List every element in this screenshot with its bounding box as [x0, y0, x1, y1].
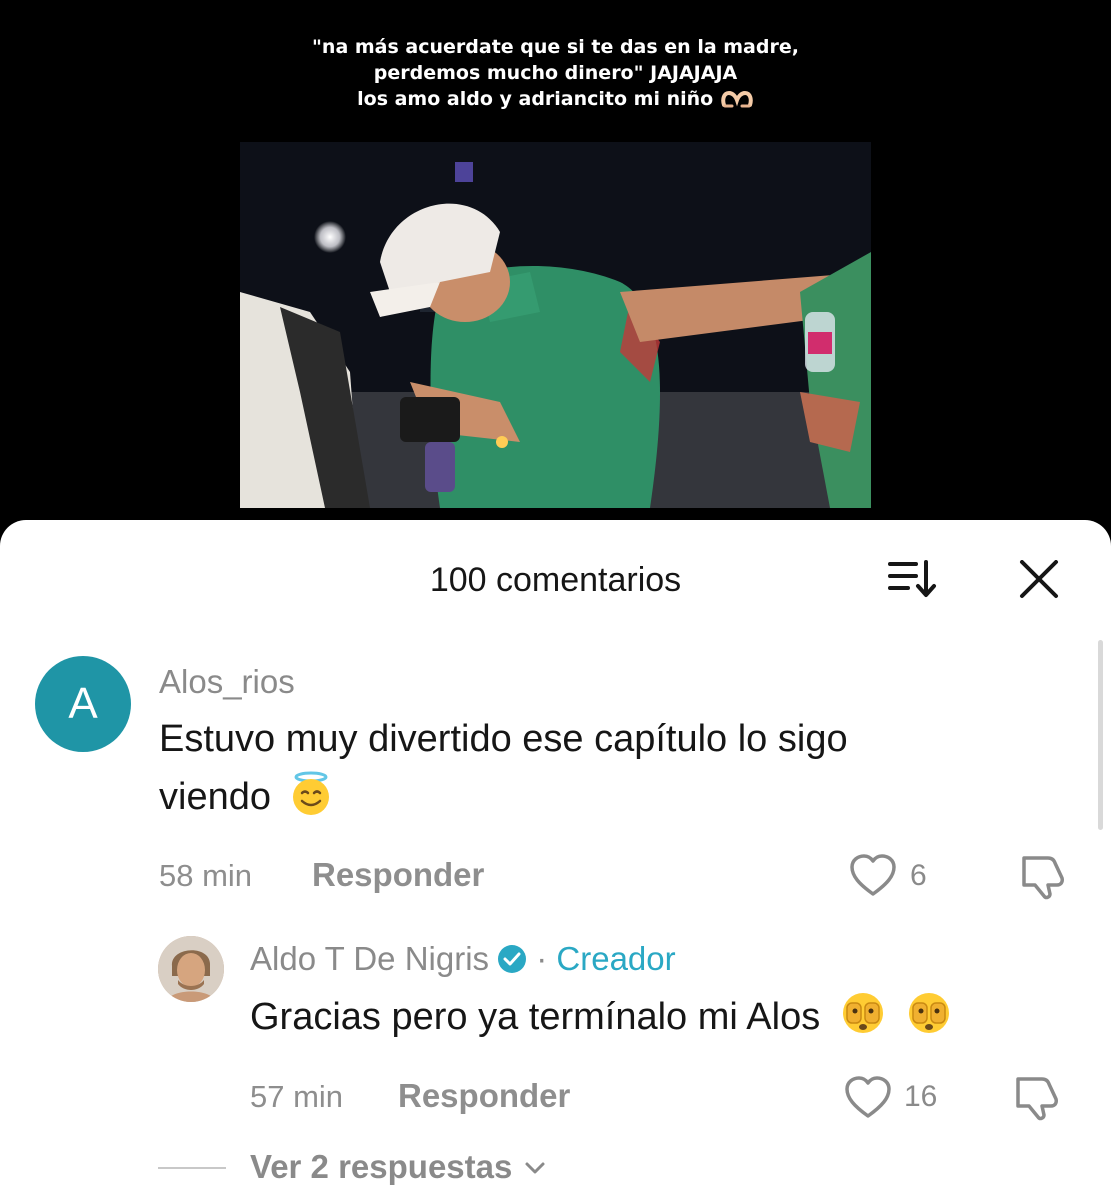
caption-line-1: "na más acuerdate que si te das en la ma…: [312, 36, 799, 58]
reply-to-reply-button[interactable]: Responder: [398, 1076, 570, 1116]
chevron-down-icon: [522, 1147, 548, 1174]
video-still-image: [240, 142, 871, 508]
reply-timestamp: 57 min: [250, 1079, 344, 1114]
comments-header: 100 comentarios: [0, 560, 1111, 600]
reply-like-count: 16: [904, 1080, 938, 1113]
caption-line-2: perdemos mucho dinero" JAJAJAJA: [373, 62, 738, 84]
separator-dot: ·: [536, 940, 548, 977]
caption-line-3: los amo aldo y adriancito mi niño: [357, 88, 714, 110]
reply-button[interactable]: Responder: [312, 855, 484, 895]
video-area[interactable]: "na más acuerdate que si te das en la ma…: [0, 0, 1111, 560]
view-replies-button[interactable]: Ver 2 respuestas: [250, 1147, 548, 1187]
thumbs-down-icon: [1016, 1077, 1058, 1121]
smiling-face-with-halo-icon: [288, 771, 334, 817]
reply-dislike-button[interactable]: [1012, 1073, 1062, 1126]
comments-sheet: 100 comentarios A Alos_rios Estuvo muy d…: [0, 520, 1111, 1200]
sort-icon: [888, 560, 936, 597]
comment-text-line-2: viendo: [159, 776, 271, 818]
face-with-peeking-eye-icon: [839, 989, 887, 1037]
avatar[interactable]: A: [35, 656, 131, 752]
sort-comments-button[interactable]: [886, 560, 940, 600]
comments-count-title: 100 comentarios: [429, 561, 682, 599]
face-with-peeking-eye-icon: [905, 989, 953, 1037]
reply-text: Gracias pero ya termínalo mi Alos: [250, 996, 821, 1038]
video-caption: "na más acuerdate que si te das en la ma…: [0, 34, 1111, 112]
heart-icon: [850, 854, 896, 896]
thumbs-down-icon: [1022, 856, 1064, 900]
close-comments-button[interactable]: [1012, 560, 1066, 600]
heart-icon: [845, 1076, 891, 1118]
creator-badge-label: Creador: [556, 940, 676, 977]
comment-username[interactable]: Alos_rios: [159, 662, 295, 702]
reply-like-button[interactable]: [844, 1076, 892, 1125]
like-count: 6: [910, 859, 927, 892]
comment-timestamp: 58 min: [159, 858, 253, 893]
avatar-photo-image: [158, 936, 224, 1002]
creator-avatar[interactable]: [158, 936, 224, 1002]
close-icon: [1020, 560, 1058, 598]
creator-username[interactable]: Aldo T De Nigris: [250, 940, 489, 977]
comment-text-line-1: Estuvo muy divertido ese capítulo lo sig…: [159, 718, 848, 760]
verified-badge-icon: [497, 943, 527, 973]
video-frame[interactable]: [240, 142, 871, 508]
heart-hands-emoji-icon: [720, 89, 754, 109]
like-button[interactable]: [849, 854, 897, 903]
view-replies-label: Ver 2 respuestas: [250, 1148, 513, 1185]
replies-divider: [158, 1167, 226, 1169]
scrollbar[interactable]: [1098, 640, 1103, 830]
dislike-button[interactable]: [1018, 852, 1068, 905]
